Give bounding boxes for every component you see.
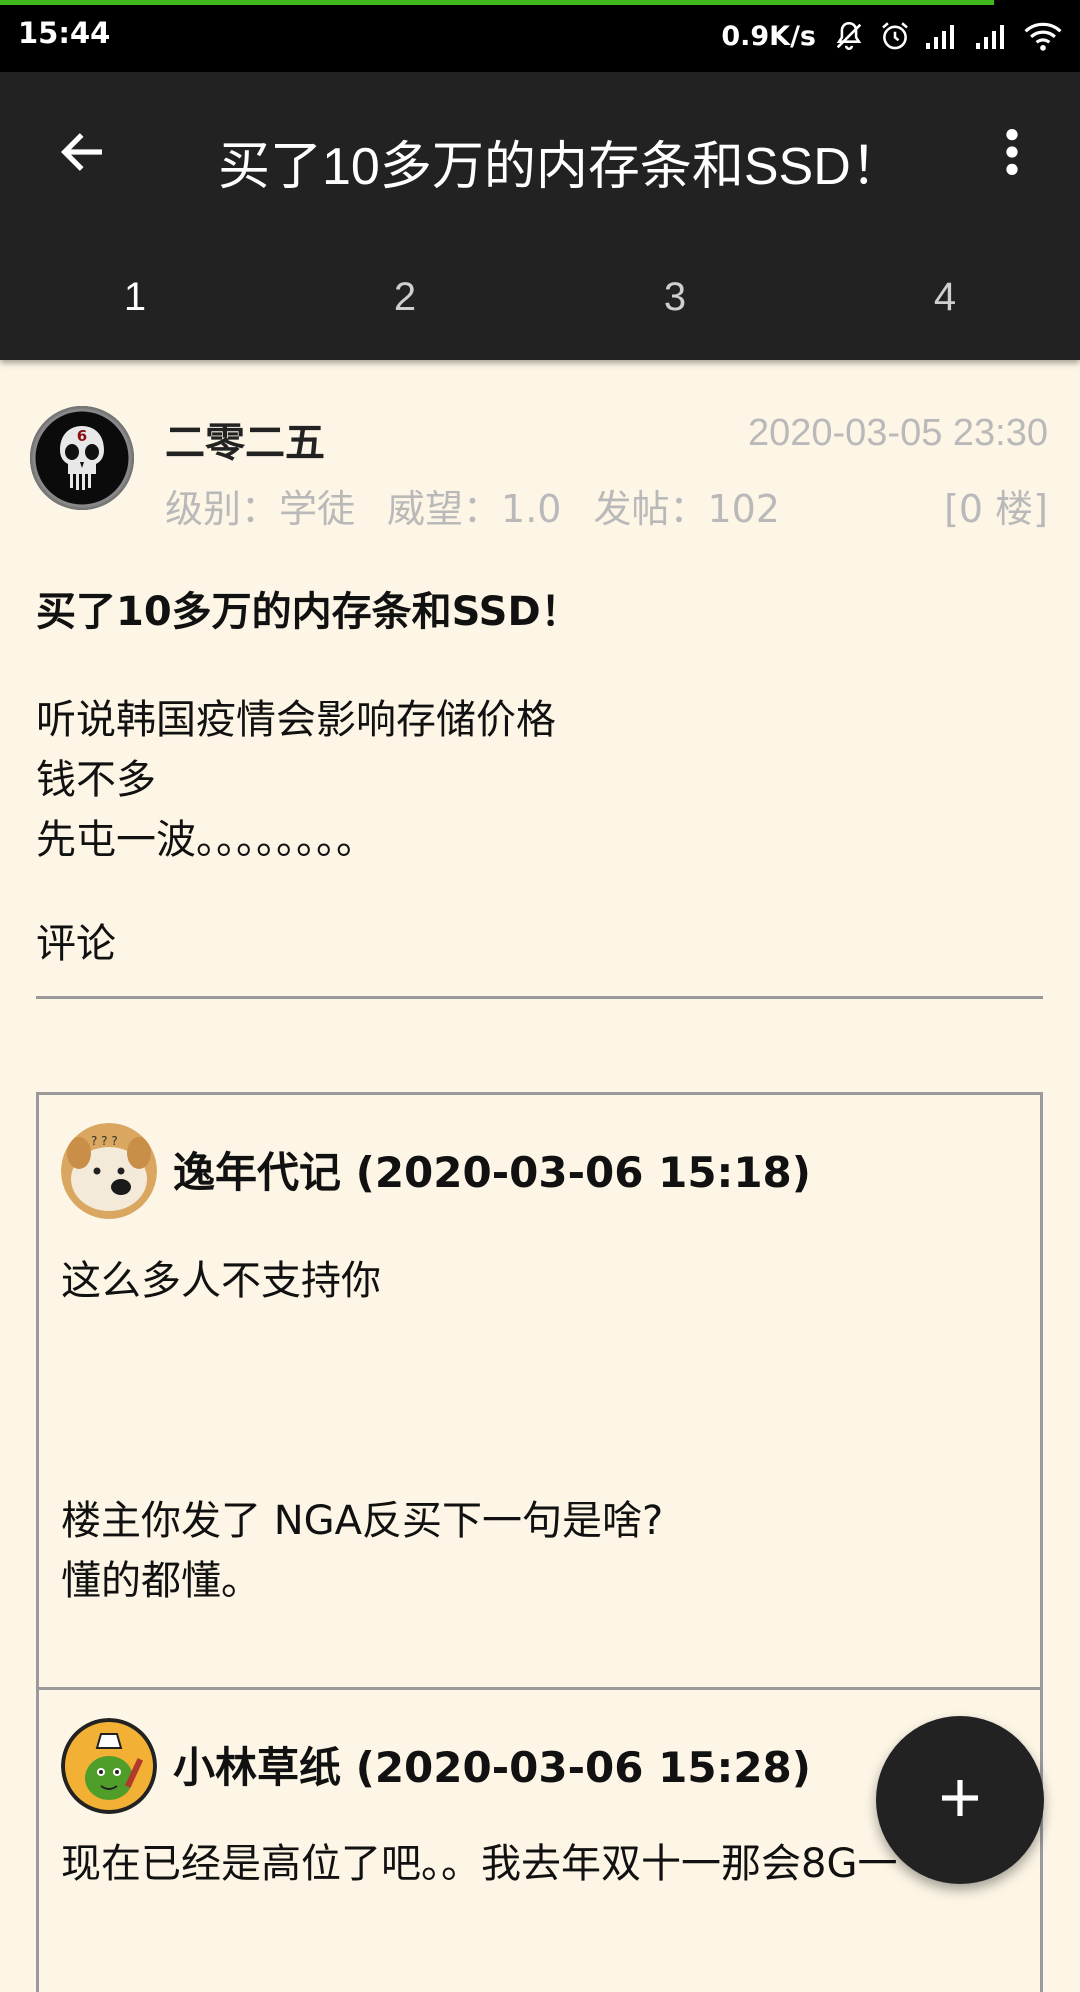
author-stats: 级别：学徒 威望：1.0 发帖：102	[165, 478, 780, 533]
svg-text:? ? ?: ? ? ?	[91, 1134, 118, 1148]
post-date: 2020-03-05 23:30	[747, 412, 1048, 454]
post-body-line: 先屯一波。。。。。。。。	[36, 817, 376, 863]
comment-line	[61, 1371, 663, 1431]
status-bar: 15:44 0.9K/s	[0, 0, 1080, 72]
mute-bell-icon	[832, 19, 866, 53]
comment-body: 这么多人不支持你 楼主你发了 NGA反买下一句是啥? 懂的都懂。	[61, 1251, 663, 1611]
tab-page-1[interactable]: 1	[0, 257, 270, 337]
goblin-avatar-icon	[61, 1718, 157, 1814]
arrow-left-icon	[56, 126, 108, 182]
comment-line	[61, 1431, 663, 1491]
author-name[interactable]: 二零二五	[165, 410, 325, 468]
author-prestige: 威望：1.0	[387, 487, 562, 531]
comments-list: ? ? ? 逸年代记 (2020-03-06 15:18) 这么多人不支持你 楼…	[36, 1092, 1043, 1992]
post-title: 买了10多万的内存条和SSD！	[36, 589, 581, 635]
tab-page-3[interactable]: 3	[540, 257, 810, 337]
comment-line: 楼主你发了 NGA反买下一句是啥?	[61, 1498, 664, 1544]
comment-line: 懂的都懂。	[61, 1558, 261, 1604]
page-load-progress	[0, 0, 994, 5]
comments-divider	[36, 996, 1043, 999]
more-options-button[interactable]	[980, 122, 1044, 186]
new-reply-button[interactable]	[876, 1716, 1044, 1884]
comments-heading: 评论	[36, 921, 116, 967]
author-avatar[interactable]: 6	[30, 406, 134, 510]
author-post-count: 发帖：102	[593, 487, 780, 531]
comment-line: 现在已经是高位了吧。。我去年双十一那会8G一	[61, 1841, 898, 1887]
dog-avatar-icon: ? ? ?	[61, 1123, 157, 1219]
post-content: 买了10多万的内存条和SSD！ 听说韩国疫情会影响存储价格 钱不多 先屯一波。。…	[36, 580, 1046, 999]
comment-body: 现在已经是高位了吧。。我去年双十一那会8G一	[61, 1834, 897, 1894]
signal-icon	[924, 21, 962, 51]
post-body: 听说韩国疫情会影响存储价格 钱不多 先屯一波。。。。。。。。	[36, 690, 1046, 870]
signal-icon	[974, 21, 1012, 51]
commenter-avatar[interactable]	[61, 1718, 157, 1814]
alarm-icon	[878, 19, 912, 53]
tab-page-4[interactable]: 4	[810, 257, 1080, 337]
comment-header: 小林草纸 (2020-03-06 15:28)	[173, 1743, 811, 1792]
author-level: 级别：学徒	[165, 487, 356, 531]
comment-line: 这么多人不支持你	[61, 1258, 381, 1304]
back-button[interactable]	[50, 122, 114, 186]
tab-page-2[interactable]: 2	[270, 257, 540, 337]
commenter-avatar[interactable]: ? ? ?	[61, 1123, 157, 1219]
svg-text:6: 6	[77, 427, 87, 445]
comment-item: ? ? ? 逸年代记 (2020-03-06 15:18) 这么多人不支持你 楼…	[39, 1095, 1040, 1690]
status-time: 15:44	[18, 16, 111, 50]
network-speed: 0.9K/s	[721, 20, 816, 52]
skull-avatar-icon: 6	[32, 408, 132, 508]
post-body-line: 听说韩国疫情会影响存储价格	[36, 697, 556, 743]
page-tabs: 1 2 3 4	[0, 257, 1080, 337]
app-bar: 买了10多万的内存条和SSD！ 1 2 3 4	[0, 72, 1080, 360]
floor-number: [0 楼]	[944, 487, 1048, 531]
post-header: 6 二零二五 2020-03-05 23:30 级别：学徒 威望：1.0 发帖：…	[0, 360, 1080, 533]
more-vert-icon	[1002, 126, 1022, 182]
page-title: 买了10多万的内存条和SSD！	[218, 138, 903, 196]
comment-header: 逸年代记 (2020-03-06 15:18)	[173, 1148, 811, 1197]
comment-line	[61, 1311, 663, 1371]
post-body-line: 钱不多	[36, 757, 156, 803]
wifi-icon	[1024, 20, 1062, 52]
plus-icon	[936, 1774, 984, 1826]
